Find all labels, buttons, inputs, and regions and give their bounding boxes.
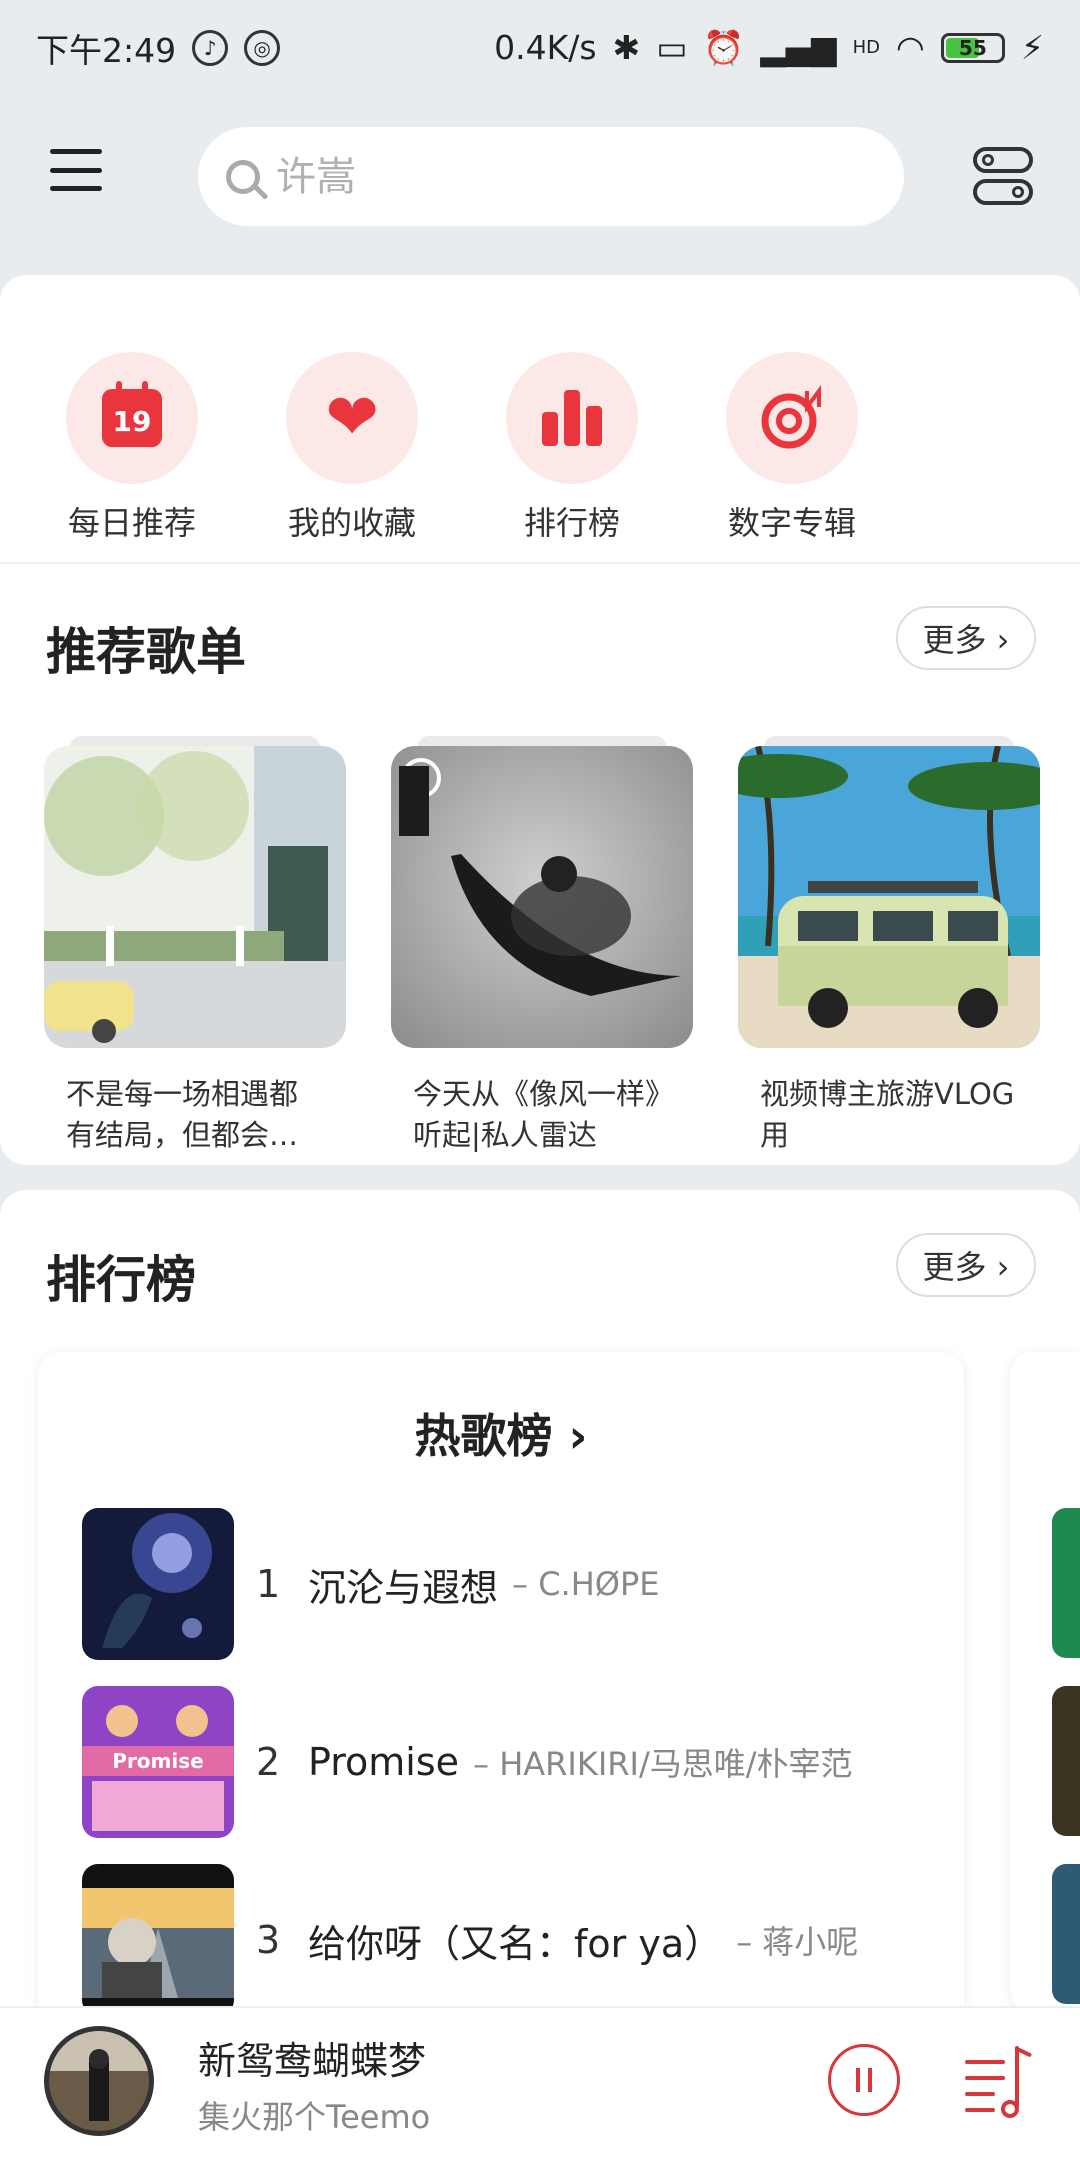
heart-icon: ❤ <box>325 381 379 455</box>
player-artist: 集火那个Teemo <box>198 2098 431 2136</box>
divider <box>0 562 1080 564</box>
playlist-cover <box>391 746 693 1048</box>
song-artist: – HARIKIRI/马思唯/朴宰范 <box>473 1745 853 1783</box>
quick-charts[interactable]: 排行榜 <box>492 352 652 544</box>
quick-daily-recommend[interactable]: 19 每日推荐 <box>52 352 212 544</box>
search-input[interactable] <box>276 153 876 200</box>
battery-icon: 55 <box>940 32 1005 63</box>
status-bar: 下午2:49 ♪ ◎ 0.4K/s ✱ ▭ ⏰ ▂▄▆ HD ◠ 55 ⚡ <box>0 0 1080 95</box>
notification-icon: ◎ <box>244 29 281 66</box>
settings-toggle-icon[interactable] <box>973 147 1033 207</box>
quick-label: 数字专辑 <box>727 504 856 542</box>
search-bar[interactable] <box>198 127 904 226</box>
song-rank: 3 <box>256 1918 281 1962</box>
pause-button[interactable] <box>828 2044 900 2116</box>
next-chart-thumb <box>1052 1864 1080 2004</box>
recommend-title: 推荐歌单 <box>46 623 246 681</box>
chart-song-row[interactable]: Promise 2 Promise – HARIKIRI/马思唯/朴宰范 <box>82 1686 942 1838</box>
calendar-icon: 19 <box>102 381 162 447</box>
song-thumb: Promise <box>82 1686 234 1838</box>
network-speed: 0.4K/s <box>494 28 597 67</box>
search-icon <box>226 159 260 194</box>
next-chart-thumb <box>1052 1686 1080 1836</box>
playlist-cover <box>738 746 1040 1048</box>
quick-digital-album[interactable]: 数字专辑 <box>712 352 872 544</box>
charts-more-button[interactable]: 更多 › <box>896 1233 1036 1297</box>
bar-chart-icon <box>542 390 602 446</box>
playlist-cover <box>44 746 346 1048</box>
menu-icon[interactable] <box>46 145 106 195</box>
recommend-more-button[interactable]: 更多 › <box>896 606 1036 670</box>
status-time: 下午2:49 <box>36 30 177 70</box>
playlist-caption: 视频博主旅游VLOG用 <box>760 1077 1015 1152</box>
song-artist: – 蒋小呢 <box>736 1923 859 1961</box>
quick-label: 排行榜 <box>523 504 620 542</box>
signal-icon: ▂▄▆ <box>760 28 837 67</box>
digital-album-icon <box>761 385 821 449</box>
song-thumb <box>82 1864 234 2016</box>
quick-label: 我的收藏 <box>287 504 416 542</box>
song-thumb <box>82 1508 234 1660</box>
song-artist: – C.HØPE <box>512 1565 660 1603</box>
hot-songs-title[interactable]: 热歌榜 › <box>38 1400 964 1466</box>
song-name: 沉沦与遐想 <box>308 1565 499 1610</box>
song-name: 给你呀（又名：for ya） <box>308 1921 723 1966</box>
playlist-caption: 不是每一场相遇都有结局，但都会… <box>66 1077 299 1152</box>
playlist-queue-icon[interactable] <box>965 2040 1035 2120</box>
song-name: Promise <box>308 1740 460 1784</box>
chart-song-row[interactable]: 3 给你呀（又名：for ya） – 蒋小呢 <box>82 1864 942 2016</box>
music-note-icon: ♪ <box>192 29 229 66</box>
now-playing-disc[interactable] <box>44 2026 154 2136</box>
playlist-card[interactable]: 今天从《像风一样》听起|私人雷达 <box>391 736 693 1156</box>
playlist-caption: 今天从《像风一样》听起|私人雷达 <box>413 1077 660 1152</box>
song-rank: 2 <box>256 1740 281 1784</box>
charts-title: 排行榜 <box>46 1251 196 1309</box>
playlist-card[interactable]: 不是每一场相遇都有结局，但都会… <box>44 736 346 1156</box>
player-song-title: 新鸳鸯蝴蝶梦 <box>198 2039 427 2083</box>
chart-song-row[interactable]: 1 沉沦与遐想 – C.HØPE <box>82 1508 942 1660</box>
next-chart-thumb <box>1052 1508 1080 1658</box>
wifi-icon: ◠ <box>896 28 925 67</box>
alarm-icon: ⏰ <box>703 27 745 67</box>
hd-signal-icon: HD <box>852 37 881 58</box>
quick-label: 每日推荐 <box>67 504 196 542</box>
charging-icon: ⚡ <box>1020 28 1044 67</box>
playlist-card[interactable]: 视频博主旅游VLOG用 <box>738 736 1040 1156</box>
svg-text:Promise: Promise <box>112 1749 203 1773</box>
mini-player[interactable] <box>0 2006 1080 2158</box>
quick-favorites[interactable]: ❤ 我的收藏 <box>272 352 432 544</box>
song-rank: 1 <box>256 1562 281 1606</box>
vibrate-icon: ▭ <box>656 28 688 67</box>
bluetooth-icon: ✱ <box>612 28 641 67</box>
